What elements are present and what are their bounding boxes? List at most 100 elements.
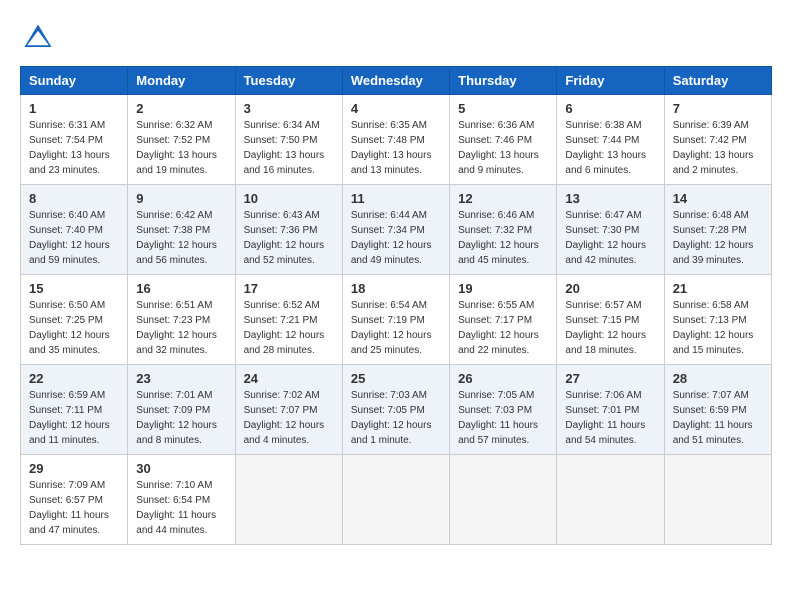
day-info: Sunrise: 6:40 AMSunset: 7:40 PMDaylight:… bbox=[29, 208, 119, 268]
day-info: Sunrise: 7:07 AMSunset: 6:59 PMDaylight:… bbox=[673, 388, 763, 448]
day-number: 18 bbox=[351, 281, 441, 296]
day-info: Sunrise: 6:47 AMSunset: 7:30 PMDaylight:… bbox=[565, 208, 655, 268]
day-number: 26 bbox=[458, 371, 548, 386]
calendar-day-cell: 18 Sunrise: 6:54 AMSunset: 7:19 PMDayligh… bbox=[342, 275, 449, 365]
day-info: Sunrise: 6:44 AMSunset: 7:34 PMDaylight:… bbox=[351, 208, 441, 268]
calendar-day-cell: 14 Sunrise: 6:48 AMSunset: 7:28 PMDayligh… bbox=[664, 185, 771, 275]
calendar-day-cell: 16 Sunrise: 6:51 AMSunset: 7:23 PMDayligh… bbox=[128, 275, 235, 365]
day-number: 24 bbox=[244, 371, 334, 386]
day-info: Sunrise: 7:05 AMSunset: 7:03 PMDaylight:… bbox=[458, 388, 548, 448]
day-number: 21 bbox=[673, 281, 763, 296]
day-number: 23 bbox=[136, 371, 226, 386]
calendar-day-cell: 19Sunrise: 6:55 AMSunset: 7:17 PMDayligh… bbox=[450, 275, 557, 365]
calendar-day-cell: 20 Sunrise: 6:57 AMSunset: 7:15 PMDayligh… bbox=[557, 275, 664, 365]
day-info: Sunrise: 6:54 AMSunset: 7:19 PMDaylight:… bbox=[351, 298, 441, 358]
calendar-day-cell bbox=[557, 455, 664, 545]
calendar-day-cell: 12 Sunrise: 6:46 AMSunset: 7:32 PMDayligh… bbox=[450, 185, 557, 275]
day-number: 19 bbox=[458, 281, 548, 296]
day-number: 4 bbox=[351, 101, 441, 116]
day-number: 7 bbox=[673, 101, 763, 116]
day-number: 17 bbox=[244, 281, 334, 296]
day-number: 10 bbox=[244, 191, 334, 206]
day-number: 28 bbox=[673, 371, 763, 386]
day-number: 6 bbox=[565, 101, 655, 116]
day-info: Sunrise: 6:57 AMSunset: 7:15 PMDaylight:… bbox=[565, 298, 655, 358]
calendar-day-cell: 2 Sunrise: 6:32 AMSunset: 7:52 PMDaylight… bbox=[128, 95, 235, 185]
calendar-table: SundayMondayTuesdayWednesdayThursdayFrid… bbox=[20, 66, 772, 545]
day-info: Sunrise: 6:34 AMSunset: 7:50 PMDaylight:… bbox=[244, 118, 334, 178]
calendar-day-cell: 3 Sunrise: 6:34 AMSunset: 7:50 PMDaylight… bbox=[235, 95, 342, 185]
day-info: Sunrise: 6:52 AMSunset: 7:21 PMDaylight:… bbox=[244, 298, 334, 358]
day-number: 29 bbox=[29, 461, 119, 476]
day-header-friday: Friday bbox=[557, 67, 664, 95]
calendar-day-cell: 6 Sunrise: 6:38 AMSunset: 7:44 PMDaylight… bbox=[557, 95, 664, 185]
day-number: 5 bbox=[458, 101, 548, 116]
day-header-saturday: Saturday bbox=[664, 67, 771, 95]
calendar-day-cell: 17 Sunrise: 6:52 AMSunset: 7:21 PMDayligh… bbox=[235, 275, 342, 365]
day-number: 8 bbox=[29, 191, 119, 206]
day-number: 1 bbox=[29, 101, 119, 116]
day-info: Sunrise: 6:50 AMSunset: 7:25 PMDaylight:… bbox=[29, 298, 119, 358]
day-number: 16 bbox=[136, 281, 226, 296]
calendar-day-cell: 5 Sunrise: 6:36 AMSunset: 7:46 PMDaylight… bbox=[450, 95, 557, 185]
calendar-day-cell: 15Sunrise: 6:50 AMSunset: 7:25 PMDayligh… bbox=[21, 275, 128, 365]
calendar-day-cell bbox=[450, 455, 557, 545]
day-number: 27 bbox=[565, 371, 655, 386]
calendar-day-cell: 28 Sunrise: 7:07 AMSunset: 6:59 PMDayligh… bbox=[664, 365, 771, 455]
calendar-day-cell: 4 Sunrise: 6:35 AMSunset: 7:48 PMDaylight… bbox=[342, 95, 449, 185]
day-number: 25 bbox=[351, 371, 441, 386]
day-info: Sunrise: 6:59 AMSunset: 7:11 PMDaylight:… bbox=[29, 388, 119, 448]
day-info: Sunrise: 6:39 AMSunset: 7:42 PMDaylight:… bbox=[673, 118, 763, 178]
day-info: Sunrise: 7:01 AMSunset: 7:09 PMDaylight:… bbox=[136, 388, 226, 448]
calendar-week-row: 29Sunrise: 7:09 AMSunset: 6:57 PMDayligh… bbox=[21, 455, 772, 545]
day-info: Sunrise: 6:42 AMSunset: 7:38 PMDaylight:… bbox=[136, 208, 226, 268]
day-number: 3 bbox=[244, 101, 334, 116]
calendar-day-cell: 21 Sunrise: 6:58 AMSunset: 7:13 PMDayligh… bbox=[664, 275, 771, 365]
day-number: 22 bbox=[29, 371, 119, 386]
day-header-tuesday: Tuesday bbox=[235, 67, 342, 95]
day-number: 11 bbox=[351, 191, 441, 206]
calendar-day-cell bbox=[664, 455, 771, 545]
calendar-day-cell: 27 Sunrise: 7:06 AMSunset: 7:01 PMDayligh… bbox=[557, 365, 664, 455]
day-info: Sunrise: 6:46 AMSunset: 7:32 PMDaylight:… bbox=[458, 208, 548, 268]
calendar-day-cell: 26 Sunrise: 7:05 AMSunset: 7:03 PMDayligh… bbox=[450, 365, 557, 455]
day-info: Sunrise: 6:36 AMSunset: 7:46 PMDaylight:… bbox=[458, 118, 548, 178]
day-header-thursday: Thursday bbox=[450, 67, 557, 95]
day-number: 20 bbox=[565, 281, 655, 296]
calendar-day-cell: 11 Sunrise: 6:44 AMSunset: 7:34 PMDayligh… bbox=[342, 185, 449, 275]
calendar-day-cell: 22 Sunrise: 6:59 AMSunset: 7:11 PMDayligh… bbox=[21, 365, 128, 455]
calendar-day-cell: 30Sunrise: 7:10 AMSunset: 6:54 PMDayligh… bbox=[128, 455, 235, 545]
day-number: 2 bbox=[136, 101, 226, 116]
calendar-day-cell bbox=[235, 455, 342, 545]
calendar-day-cell: 13Sunrise: 6:47 AMSunset: 7:30 PMDayligh… bbox=[557, 185, 664, 275]
calendar-day-cell: 10 Sunrise: 6:43 AMSunset: 7:36 PMDayligh… bbox=[235, 185, 342, 275]
day-number: 9 bbox=[136, 191, 226, 206]
page-header bbox=[20, 20, 772, 56]
calendar-day-cell: 8 Sunrise: 6:40 AMSunset: 7:40 PMDaylight… bbox=[21, 185, 128, 275]
day-info: Sunrise: 7:10 AMSunset: 6:54 PMDaylight:… bbox=[136, 478, 226, 538]
day-number: 14 bbox=[673, 191, 763, 206]
calendar-day-cell: 7 Sunrise: 6:39 AMSunset: 7:42 PMDaylight… bbox=[664, 95, 771, 185]
day-info: Sunrise: 6:31 AMSunset: 7:54 PMDaylight:… bbox=[29, 118, 119, 178]
calendar-day-cell: 23 Sunrise: 7:01 AMSunset: 7:09 PMDayligh… bbox=[128, 365, 235, 455]
day-info: Sunrise: 6:38 AMSunset: 7:44 PMDaylight:… bbox=[565, 118, 655, 178]
calendar-day-cell: 9 Sunrise: 6:42 AMSunset: 7:38 PMDaylight… bbox=[128, 185, 235, 275]
calendar-day-cell: 24 Sunrise: 7:02 AMSunset: 7:07 PMDayligh… bbox=[235, 365, 342, 455]
calendar-day-cell: 1 Sunrise: 6:31 AMSunset: 7:54 PMDaylight… bbox=[21, 95, 128, 185]
calendar-week-row: 1 Sunrise: 6:31 AMSunset: 7:54 PMDaylight… bbox=[21, 95, 772, 185]
day-number: 12 bbox=[458, 191, 548, 206]
day-info: Sunrise: 7:02 AMSunset: 7:07 PMDaylight:… bbox=[244, 388, 334, 448]
day-header-sunday: Sunday bbox=[21, 67, 128, 95]
day-info: Sunrise: 6:35 AMSunset: 7:48 PMDaylight:… bbox=[351, 118, 441, 178]
day-info: Sunrise: 7:06 AMSunset: 7:01 PMDaylight:… bbox=[565, 388, 655, 448]
day-info: Sunrise: 6:58 AMSunset: 7:13 PMDaylight:… bbox=[673, 298, 763, 358]
day-header-wednesday: Wednesday bbox=[342, 67, 449, 95]
calendar-day-cell: 29Sunrise: 7:09 AMSunset: 6:57 PMDayligh… bbox=[21, 455, 128, 545]
day-info: Sunrise: 6:48 AMSunset: 7:28 PMDaylight:… bbox=[673, 208, 763, 268]
day-info: Sunrise: 6:32 AMSunset: 7:52 PMDaylight:… bbox=[136, 118, 226, 178]
day-header-monday: Monday bbox=[128, 67, 235, 95]
day-info: Sunrise: 6:43 AMSunset: 7:36 PMDaylight:… bbox=[244, 208, 334, 268]
calendar-week-row: 22 Sunrise: 6:59 AMSunset: 7:11 PMDayligh… bbox=[21, 365, 772, 455]
calendar-day-cell: 25Sunrise: 7:03 AMSunset: 7:05 PMDayligh… bbox=[342, 365, 449, 455]
day-info: Sunrise: 6:51 AMSunset: 7:23 PMDaylight:… bbox=[136, 298, 226, 358]
